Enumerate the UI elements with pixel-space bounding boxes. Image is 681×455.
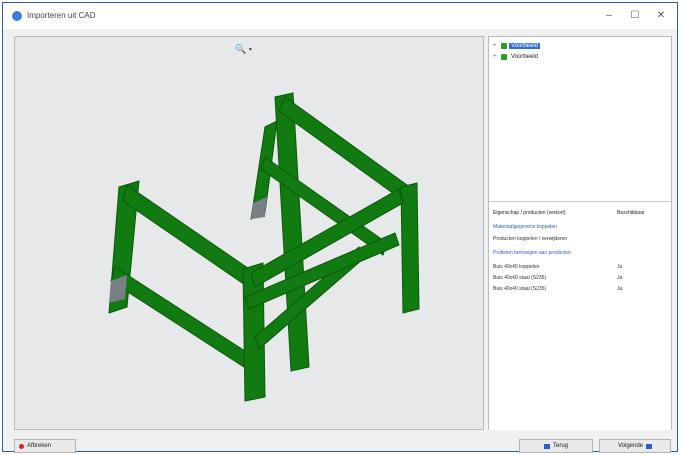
model-tree: + Voorbeeld + Voorbeeld — [489, 37, 671, 199]
expand-icon[interactable]: + — [493, 54, 499, 60]
camera-icon[interactable]: ▪ — [249, 44, 252, 54]
3d-viewport[interactable]: 🔍 ▪ — [14, 36, 484, 430]
tree-item-label[interactable]: Voorbeeld — [509, 54, 540, 60]
property-row[interactable]: Buis 40x40 staal (S235) Ja — [493, 273, 669, 283]
close-button[interactable]: ✕ — [649, 9, 673, 23]
component-icon — [501, 54, 507, 60]
property-text: Profielen toevoegen aan producten — [493, 250, 571, 256]
property-text: Producten koppelen / verwijderen — [493, 236, 568, 242]
zoom-icon[interactable]: 🔍 — [235, 44, 246, 54]
arrow-right-icon — [646, 443, 653, 449]
viewport-toolbar: 🔍 ▪ — [235, 44, 252, 55]
frame-model — [108, 92, 420, 402]
property-value: Ja — [617, 275, 623, 281]
app-icon — [12, 11, 22, 21]
cancel-button[interactable]: Afbreken — [14, 439, 76, 453]
main-window: Importeren uit CAD – ☐ ✕ 🔍 ▪ + Voorbeeld… — [2, 2, 678, 453]
property-text: Buis 40x40 staal (S235) — [493, 275, 547, 281]
property-row[interactable]: Producten koppelen / verwijderen — [493, 234, 669, 244]
property-row[interactable]: Profielen toevoegen aan producten — [493, 248, 669, 258]
property-row[interactable]: Buis 40x40 staal (S235) Ja — [493, 284, 669, 294]
header-left: Eigenschap / producten (verkort) — [493, 210, 566, 216]
expand-icon[interactable]: + — [493, 43, 499, 49]
title-bar: Importeren uit CAD – ☐ ✕ — [3, 3, 677, 29]
minimize-button[interactable]: – — [597, 9, 621, 23]
property-row[interactable]: Buis 40x40 koppelen Ja — [493, 262, 669, 272]
arrow-left-icon — [543, 443, 550, 449]
header-right: Beschikbaar — [617, 210, 645, 216]
cancel-icon — [19, 443, 24, 449]
property-value: Ja — [617, 264, 623, 270]
tree-item[interactable]: + Voorbeeld — [493, 41, 541, 51]
back-label: Terug — [552, 443, 568, 449]
right-panel: + Voorbeeld + Voorbeeld Eigenschap / pro… — [488, 36, 672, 430]
window-title: Importeren uit CAD — [27, 11, 96, 20]
component-icon — [501, 43, 507, 49]
tree-item[interactable]: + Voorbeeld — [493, 52, 540, 62]
property-row[interactable]: Materiaalgegevens koppelen — [493, 222, 669, 232]
property-value: Ja — [617, 286, 623, 292]
properties-panel: Eigenschap / producten (verkort) Beschik… — [489, 201, 671, 430]
back-button[interactable]: Terug — [519, 439, 593, 453]
cancel-label: Afbreken — [27, 443, 52, 449]
next-label: Volgende — [617, 443, 644, 449]
next-button[interactable]: Volgende — [599, 439, 671, 453]
property-text: Materiaalgegevens koppelen — [493, 224, 557, 230]
tree-item-label[interactable]: Voorbeeld — [509, 43, 541, 49]
property-text: Buis 40x40 koppelen — [493, 264, 540, 270]
property-text: Buis 40x40 staal (S235) — [493, 286, 547, 292]
maximize-button[interactable]: ☐ — [623, 9, 647, 23]
properties-header: Eigenschap / producten (verkort) Beschik… — [493, 208, 669, 218]
